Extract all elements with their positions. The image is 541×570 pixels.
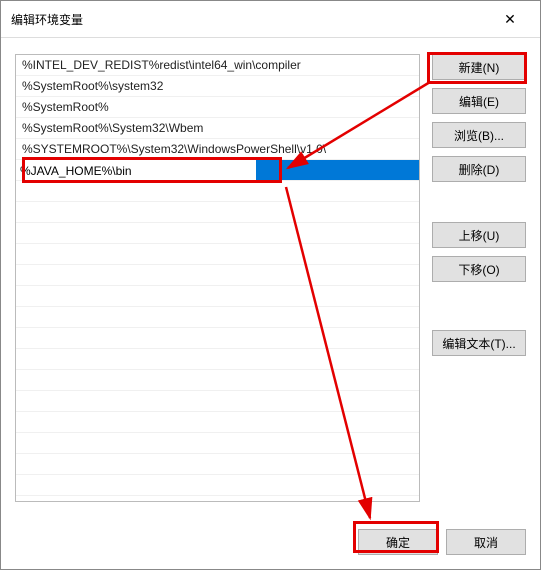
moveup-button[interactable]: 上移(U) — [432, 222, 526, 248]
titlebar: 编辑环境变量 ✕ — [1, 1, 540, 38]
close-button[interactable]: ✕ — [490, 7, 530, 31]
list-item[interactable] — [16, 412, 419, 433]
button-column: 新建(N) 编辑(E) 浏览(B)... 删除(D) 上移(U) 下移(O) 编… — [432, 54, 526, 511]
bottom-bar: 确定 取消 — [1, 519, 540, 569]
ok-button[interactable]: 确定 — [358, 529, 438, 555]
path-edit-input[interactable] — [16, 160, 256, 181]
list-item[interactable] — [16, 349, 419, 370]
edit-button[interactable]: 编辑(E) — [432, 88, 526, 114]
list-item[interactable] — [16, 202, 419, 223]
list-item[interactable] — [16, 181, 419, 202]
edittext-button[interactable]: 编辑文本(T)... — [432, 330, 526, 356]
path-list[interactable]: %INTEL_DEV_REDIST%redist\intel64_win\com… — [15, 54, 420, 502]
list-item[interactable]: %SYSTEMROOT%\System32\WindowsPowerShell\… — [16, 139, 419, 160]
list-item[interactable] — [16, 454, 419, 475]
list-item[interactable]: %SystemRoot% — [16, 97, 419, 118]
list-item[interactable]: %SystemRoot%\system32 — [16, 76, 419, 97]
list-item[interactable] — [16, 265, 419, 286]
delete-button[interactable]: 删除(D) — [432, 156, 526, 182]
list-item[interactable] — [16, 307, 419, 328]
dialog-window: 编辑环境变量 ✕ %INTEL_DEV_REDIST%redist\intel6… — [0, 0, 541, 570]
content-area: %INTEL_DEV_REDIST%redist\intel64_win\com… — [1, 38, 540, 519]
list-item[interactable] — [16, 244, 419, 265]
list-item[interactable] — [16, 286, 419, 307]
dialog-title: 编辑环境变量 — [11, 11, 83, 28]
list-item[interactable] — [16, 223, 419, 244]
list-item[interactable] — [16, 475, 419, 496]
list-item[interactable] — [16, 328, 419, 349]
list-item-editing[interactable] — [16, 160, 419, 181]
list-item[interactable] — [16, 433, 419, 454]
list-item[interactable]: %SystemRoot%\System32\Wbem — [16, 118, 419, 139]
browse-button[interactable]: 浏览(B)... — [432, 122, 526, 148]
list-item[interactable]: %INTEL_DEV_REDIST%redist\intel64_win\com… — [16, 55, 419, 76]
new-button[interactable]: 新建(N) — [432, 54, 526, 80]
list-item[interactable] — [16, 391, 419, 412]
cancel-button[interactable]: 取消 — [446, 529, 526, 555]
list-item[interactable] — [16, 370, 419, 391]
movedown-button[interactable]: 下移(O) — [432, 256, 526, 282]
